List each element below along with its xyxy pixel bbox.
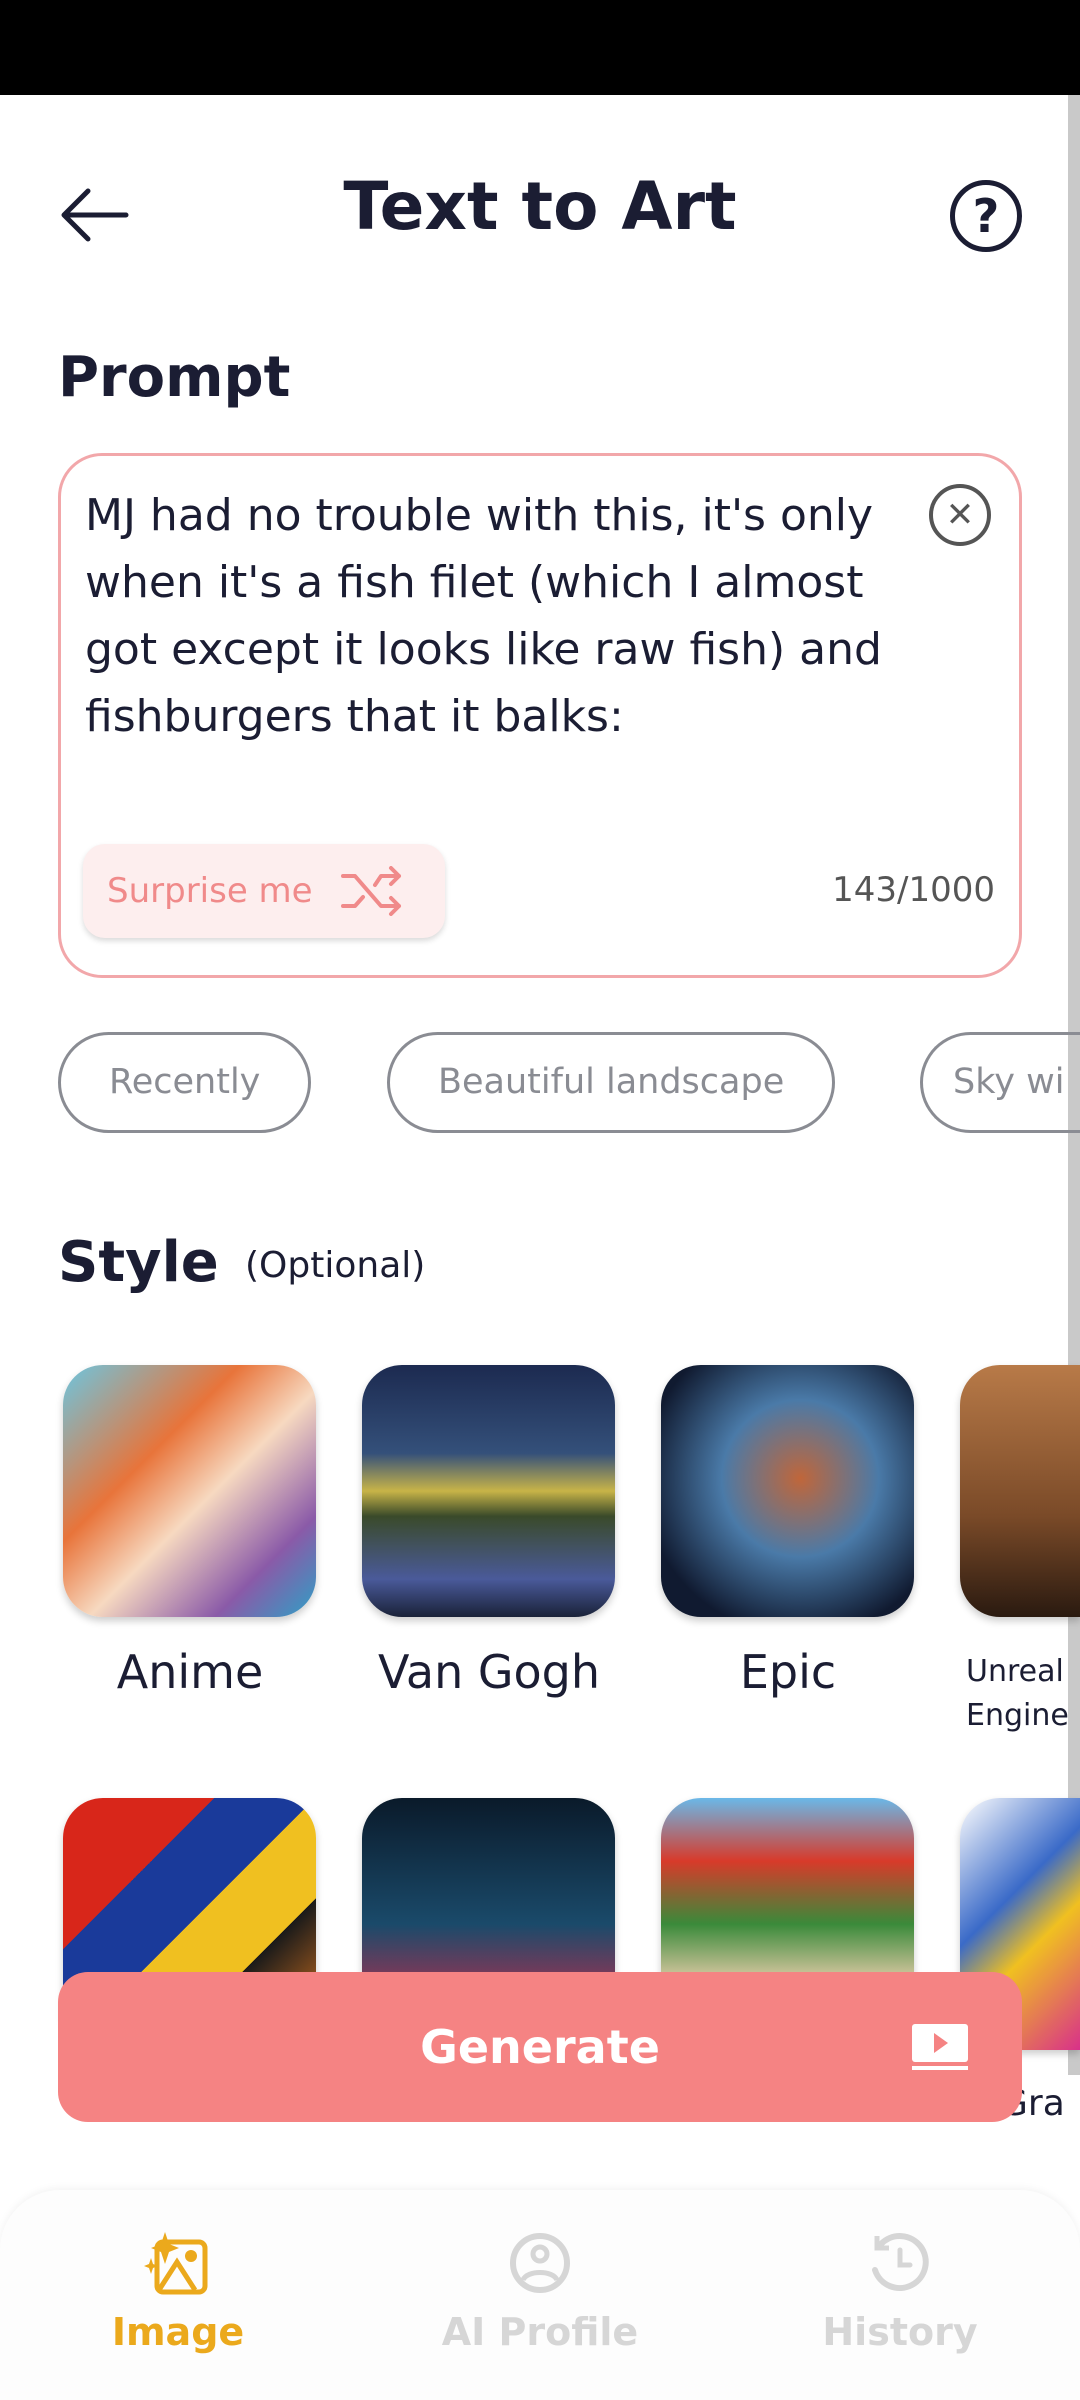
generate-button[interactable]: Generate: [58, 1972, 1022, 2122]
style-label-unreal-engine: Unreal Engine: [966, 1654, 1069, 1733]
chip-recently[interactable]: Recently: [58, 1032, 312, 1133]
chip-beautiful-landscape[interactable]: Beautiful landscape: [387, 1032, 836, 1133]
user-circle-icon: [510, 2233, 570, 2293]
play-video-icon: [912, 2024, 968, 2070]
clear-button[interactable]: ✕: [929, 484, 991, 546]
help-button[interactable]: ?: [950, 180, 1022, 252]
page-title: Text to Art: [343, 168, 737, 245]
prompt-heading: Prompt: [58, 345, 291, 410]
style-epic[interactable]: [661, 1365, 914, 1617]
surprise-me-button[interactable]: Surprise me: [83, 844, 445, 938]
style-label-anime: Anime: [116, 1645, 264, 1699]
nav-ai-profile-label: AI Profile: [441, 2310, 639, 2354]
nav-ai-profile[interactable]: AI Profile: [390, 2230, 690, 2354]
prompt-input[interactable]: MJ had no trouble with this, it's only w…: [85, 482, 905, 750]
history-icon: [872, 2233, 929, 2291]
surprise-me-label: Surprise me: [107, 871, 313, 911]
style-van-gogh[interactable]: [362, 1365, 615, 1617]
question-circle-icon: ?: [972, 189, 1000, 243]
style-label-epic: Epic: [739, 1645, 837, 1699]
close-icon: ✕: [945, 495, 975, 535]
nav-history-label: History: [822, 2310, 978, 2354]
nav-image-label: Image: [111, 2310, 245, 2354]
generate-label: Generate: [420, 2020, 660, 2074]
chip-sky[interactable]: Sky wi: [920, 1032, 1080, 1133]
status-bar: [0, 0, 1080, 95]
char-counter: 143/1000: [832, 870, 995, 910]
nav-image[interactable]: Image: [28, 2230, 328, 2354]
image-sparkle-icon: [144, 2232, 208, 2295]
style-anime[interactable]: [63, 1365, 316, 1617]
style-heading: Style: [58, 1230, 219, 1295]
style-optional-label: (Optional): [245, 1245, 426, 1286]
bottom-nav: Image AI Profile History: [0, 2190, 1080, 2400]
prompt-field[interactable]: MJ had no trouble with this, it's only w…: [58, 453, 1022, 978]
nav-history[interactable]: History: [750, 2230, 1050, 2354]
shuffle-icon: [340, 866, 401, 916]
style-label-van-gogh: Van Gogh: [377, 1645, 600, 1699]
style-unreal-engine[interactable]: [960, 1365, 1080, 1617]
